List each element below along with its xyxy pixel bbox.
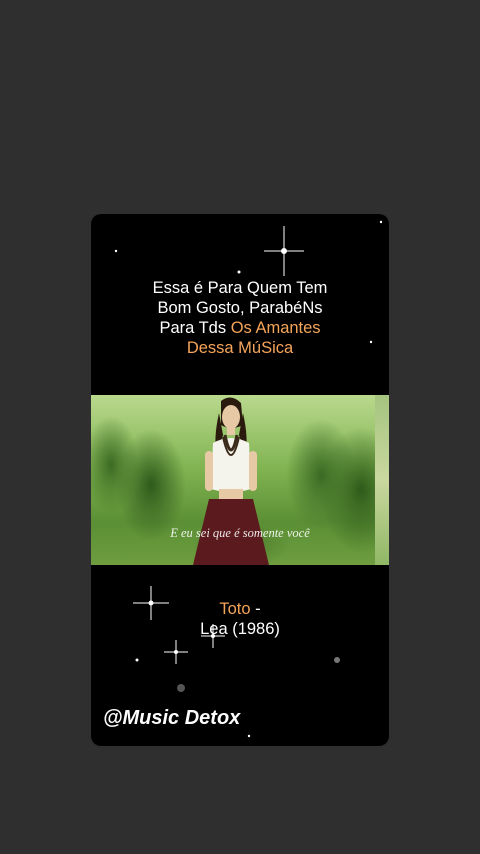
caption-line-white: Para Tds — [159, 319, 227, 337]
channel-handle: @Music Detox — [103, 707, 241, 729]
caption-line-accent: Os Amantes — [230, 319, 321, 337]
video-frame[interactable]: E eu sei que é somente você — [91, 395, 389, 565]
caption-text: Essa é Para Quem Tem Bom Gosto, ParabéNs… — [91, 278, 389, 358]
sparkle-icon — [334, 657, 340, 663]
song-title: Lea (1986) — [200, 620, 280, 638]
song-artist-line: Toto - — [91, 599, 389, 619]
song-info: Toto - Lea (1986) — [91, 599, 389, 639]
sparkle-icon — [379, 220, 383, 224]
sparkle-icon — [247, 734, 251, 738]
sparkle-icon — [135, 658, 139, 662]
caption-line: Para Tds Os Amantes — [91, 318, 389, 338]
sparkle-icon — [264, 226, 304, 276]
caption-line: Essa é Para Quem Tem — [152, 279, 328, 297]
song-artist: Toto — [219, 600, 251, 618]
sparkle-icon — [164, 640, 188, 664]
video-subtitle: E eu sei que é somente você — [170, 526, 310, 540]
sparkle-icon — [237, 270, 241, 274]
song-separator: - — [255, 600, 261, 618]
video-card[interactable]: Essa é Para Quem Tem Bom Gosto, ParabéNs… — [91, 214, 389, 746]
sparkle-icon — [177, 684, 185, 692]
caption-line-accent: Dessa MúSica — [186, 339, 294, 357]
caption-line: Bom Gosto, ParabéNs — [157, 299, 323, 317]
sparkle-icon — [114, 249, 118, 253]
